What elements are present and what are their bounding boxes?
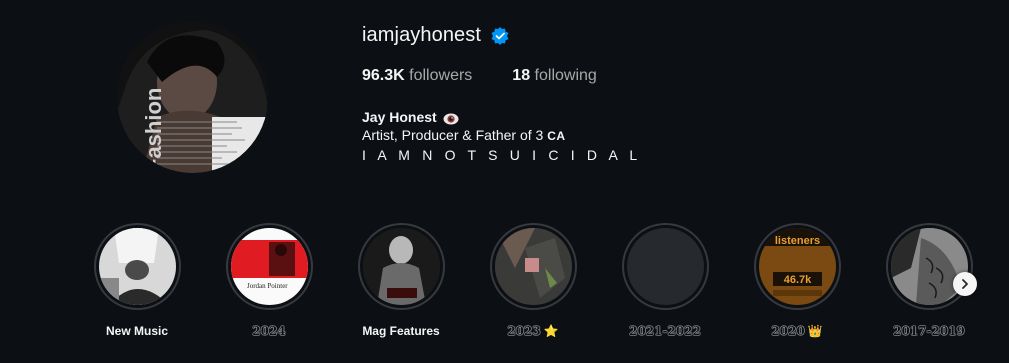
story-highlights: New Music Jordan Pointer 2024 Mag Featur… (0, 223, 1009, 353)
display-name: Jay Honest (362, 109, 437, 125)
avatar-image: Fashion (117, 22, 268, 173)
bio-text: Artist, Producer & Father of 3 (362, 127, 544, 143)
star-emoji-icon: ⭐ (543, 324, 559, 338)
highlight-2023[interactable]: 2023 ⭐ (478, 223, 588, 338)
followers-stat[interactable]: 96.3K followers (362, 67, 472, 85)
highlight-ring (489, 223, 577, 310)
highlight-label: 2017-2019 (893, 324, 965, 338)
username[interactable]: iamjayhonest (362, 24, 481, 47)
bio-location: CA (547, 129, 566, 143)
highlight-2020[interactable]: listeners 46.7k 2020 👑 (742, 223, 852, 338)
highlight-mag-features[interactable]: Mag Features (346, 223, 456, 338)
verified-badge-icon (490, 26, 510, 46)
following-count: 18 (512, 67, 531, 84)
highlight-new-music[interactable]: New Music (82, 223, 192, 338)
highlight-ring: listeners 46.7k (753, 223, 841, 310)
highlight-cover (890, 228, 968, 305)
highlight-cover (98, 228, 176, 305)
chevron-right-icon (962, 279, 968, 289)
display-name-row: Jay Honest (362, 108, 641, 126)
eye-emoji-icon (443, 111, 459, 125)
highlight-ring (357, 223, 445, 310)
followers-count: 96.3K (362, 67, 405, 84)
avatar-text: Fashion (141, 88, 166, 172)
username-row: iamjayhonest (362, 24, 510, 47)
highlight-cover (362, 228, 440, 305)
bio-line-1: Artist, Producer & Father of 3 CA (362, 126, 641, 145)
highlight-cover: Jordan Pointer (230, 228, 308, 305)
highlight-label: 2023 ⭐ (507, 324, 559, 338)
highlight-label: 2021-2022 (629, 324, 701, 338)
following-label: following (534, 67, 597, 84)
svg-text:Jordan Pointer: Jordan Pointer (247, 282, 288, 290)
highlight-2024[interactable]: Jordan Pointer 2024 (214, 223, 324, 338)
highlight-cover: listeners 46.7k (758, 228, 836, 305)
followers-label: followers (409, 67, 473, 84)
svg-text:46.7k: 46.7k (783, 274, 811, 286)
highlight-label: New Music (105, 324, 168, 338)
highlight-ring: Jordan Pointer (225, 223, 313, 310)
svg-text:listeners: listeners (774, 235, 819, 247)
crown-emoji-icon: 👑 (807, 324, 823, 338)
profile-bio: Jay Honest Artist, Producer & Father of … (362, 108, 641, 164)
highlight-ring (885, 223, 973, 310)
highlight-ring (621, 223, 709, 310)
profile-avatar[interactable]: Fashion (117, 22, 268, 173)
highlight-label: Mag Features (362, 324, 440, 338)
highlight-cover (626, 228, 704, 305)
highlight-label: 2024 (252, 324, 286, 338)
highlight-cover (494, 228, 572, 305)
highlight-ring (93, 223, 181, 310)
bio-line-2: I A M N O T S U I C I D A L (362, 147, 642, 163)
highlights-next-button[interactable] (953, 272, 977, 296)
highlight-2021-2022[interactable]: 2021-2022 (610, 223, 720, 338)
highlight-label: 2020 👑 (771, 324, 823, 338)
following-stat[interactable]: 18 following (512, 67, 597, 85)
profile-stats: 96.3K followers 18 following (362, 67, 597, 85)
